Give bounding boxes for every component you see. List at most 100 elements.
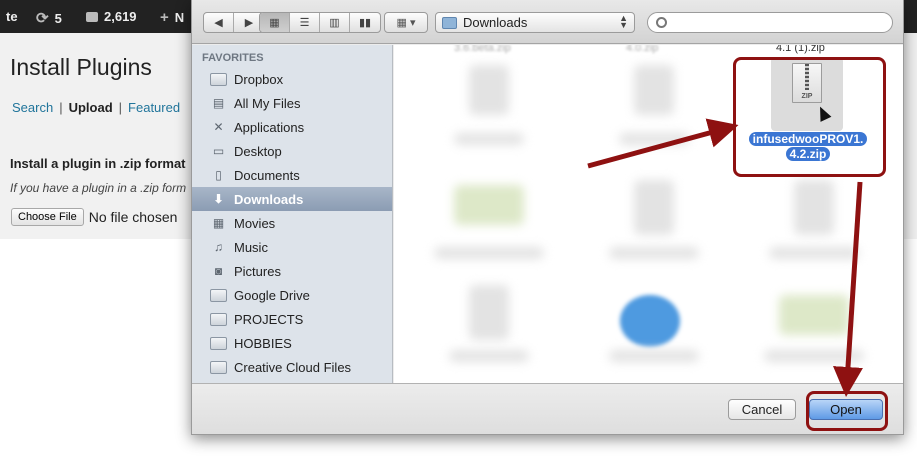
sidebar-item-documents[interactable]: ▯ Documents bbox=[192, 163, 392, 187]
sidebar-item-label: Pictures bbox=[234, 263, 281, 279]
chevron-left-icon[interactable]: ◀ bbox=[204, 13, 234, 32]
arrange-button[interactable]: ▦ ▾ bbox=[384, 12, 428, 33]
plus-icon: + bbox=[160, 9, 169, 26]
folder-icon bbox=[210, 336, 227, 350]
coverflow-view-icon[interactable]: ▮▮ bbox=[350, 13, 380, 32]
sidebar-item-label: Google Drive bbox=[234, 287, 310, 303]
movies-icon: ▦ bbox=[212, 216, 225, 230]
popup-arrows-icon: ▲ ▼ bbox=[619, 13, 628, 30]
sidebar-item-applications[interactable]: ✕ Applications bbox=[192, 115, 392, 139]
nav-separator: | bbox=[59, 100, 63, 115]
sidebar-item-pictures[interactable]: ◙ Pictures bbox=[192, 259, 392, 283]
music-icon: ♫ bbox=[214, 240, 223, 254]
sidebar-item-label: HOBBIES bbox=[234, 335, 292, 351]
sidebar-item-label: Movies bbox=[234, 215, 276, 231]
plugin-file-input: Choose File No file chosen bbox=[11, 208, 177, 226]
sidebar-item-label: Documents bbox=[234, 167, 300, 183]
folder-icon bbox=[210, 360, 227, 374]
sidebar-item-hobbies[interactable]: HOBBIES bbox=[192, 331, 392, 355]
dialog-toolbar: ◀ ▶ ▦ ☰ ▥ ▮▮ ▦ ▾ Downloads ▲ ▼ bbox=[192, 0, 903, 44]
blurred-file-icon[interactable] bbox=[469, 285, 509, 340]
dialog-button-bar: Cancel Open bbox=[192, 383, 903, 434]
sidebar-item-google-drive[interactable]: Google Drive bbox=[192, 283, 392, 307]
sidebar-item-label: Downloads bbox=[234, 191, 304, 207]
blurred-file-label bbox=[609, 247, 699, 259]
admin-bar-comments[interactable]: 2,619 bbox=[86, 9, 137, 24]
blurred-file-icon[interactable] bbox=[794, 180, 834, 235]
wp-lower-area bbox=[0, 239, 190, 456]
desktop-icon: ▭ bbox=[212, 144, 225, 158]
annotation-highlight-open bbox=[806, 391, 888, 431]
upload-heading: Install a plugin in .zip format bbox=[10, 156, 186, 171]
admin-bar-site-name[interactable]: te bbox=[6, 9, 18, 24]
blurred-file-icon[interactable] bbox=[454, 185, 524, 225]
admin-bar-updates[interactable]: ⟳ 5 bbox=[36, 9, 62, 27]
folder-icon bbox=[210, 312, 227, 326]
admin-bar-new[interactable]: + N bbox=[160, 9, 184, 26]
sidebar-item-label: Applications bbox=[234, 119, 305, 135]
location-label: Downloads bbox=[463, 15, 528, 30]
nav-featured-link[interactable]: Featured bbox=[128, 100, 180, 115]
refresh-icon: ⟳ bbox=[36, 10, 49, 27]
file-label[interactable]: 4.0.zip bbox=[626, 45, 658, 54]
arrange-grid-icon: ▦ ▾ bbox=[396, 17, 416, 29]
blurred-file-label bbox=[609, 350, 699, 362]
nav-upload-link[interactable]: Upload bbox=[69, 100, 113, 115]
cancel-button[interactable]: Cancel bbox=[728, 399, 796, 420]
file-label[interactable]: 3.6.beta.zip bbox=[454, 45, 511, 54]
downloads-icon: ⬇ bbox=[213, 192, 224, 206]
column-view-icon[interactable]: ▥ bbox=[320, 13, 350, 32]
blurred-file-label bbox=[454, 133, 524, 145]
search-input[interactable] bbox=[673, 15, 883, 30]
folder-icon bbox=[210, 288, 227, 302]
sidebar-item-all-my-files[interactable]: ▤ All My Files bbox=[192, 91, 392, 115]
sidebar-item-label: All My Files bbox=[234, 95, 301, 111]
sidebar-item-downloads[interactable]: ⬇ Downloads bbox=[192, 187, 392, 211]
sidebar-item-music[interactable]: ♫ Music bbox=[192, 235, 392, 259]
comments-count: 2,619 bbox=[104, 9, 137, 24]
blurred-file-label bbox=[764, 350, 864, 362]
sidebar-item-label: Creative Cloud Files bbox=[234, 359, 352, 375]
updates-count: 5 bbox=[54, 10, 62, 26]
list-view-icon[interactable]: ☰ bbox=[290, 13, 320, 32]
comment-icon bbox=[86, 11, 98, 22]
sidebar-item-movies[interactable]: ▦ Movies bbox=[192, 211, 392, 235]
blurred-app-icon[interactable] bbox=[620, 295, 680, 347]
downloads-folder-icon bbox=[442, 16, 457, 29]
sidebar-item-label: PROJECTS bbox=[234, 311, 304, 327]
install-plugins-nav: Search | Upload | Featured bbox=[12, 100, 180, 115]
sidebar-section-favorites: FAVORITES bbox=[202, 52, 264, 64]
blurred-file-label bbox=[769, 247, 859, 259]
file-label[interactable]: 4.1 (1).zip bbox=[776, 45, 825, 54]
blurred-file-icon[interactable] bbox=[779, 295, 849, 335]
blurred-file-label bbox=[619, 133, 689, 145]
sidebar-item-label: Music bbox=[234, 239, 268, 255]
documents-icon: ▯ bbox=[215, 168, 222, 182]
finder-sidebar: FAVORITES Dropbox ▤ All My Files ✕ Applica… bbox=[192, 45, 393, 383]
location-popup[interactable]: Downloads ▲ ▼ bbox=[435, 12, 635, 33]
new-label-fragment: N bbox=[174, 10, 185, 25]
back-forward-buttons: ◀ ▶ bbox=[203, 12, 265, 33]
nav-separator: | bbox=[118, 100, 123, 115]
choose-file-button[interactable]: Choose File bbox=[11, 208, 84, 226]
page-title: Install Plugins bbox=[10, 54, 152, 80]
blurred-file-icon[interactable] bbox=[634, 180, 674, 235]
blurred-file-label bbox=[434, 247, 544, 259]
sidebar-item-projects[interactable]: PROJECTS bbox=[192, 307, 392, 331]
blurred-file-icon[interactable] bbox=[634, 65, 674, 115]
file-status-text: No file chosen bbox=[88, 209, 178, 225]
sidebar-item-creative-cloud-files[interactable]: Creative Cloud Files bbox=[192, 355, 392, 379]
view-mode-control: ▦ ☰ ▥ ▮▮ bbox=[259, 12, 381, 33]
sidebar-item-dropbox[interactable]: Dropbox bbox=[192, 67, 392, 91]
blurred-file-icon[interactable] bbox=[469, 65, 509, 115]
search-icon bbox=[656, 17, 667, 28]
site-name-fragment: te bbox=[6, 9, 18, 24]
nav-search-link[interactable]: Search bbox=[12, 100, 53, 115]
upload-help-text: If you have a plugin in a .zip form bbox=[10, 181, 187, 195]
blurred-file-label bbox=[449, 350, 529, 362]
icon-view-icon[interactable]: ▦ bbox=[260, 13, 290, 32]
applications-icon: ✕ bbox=[213, 120, 224, 134]
search-field bbox=[647, 12, 893, 33]
sidebar-item-desktop[interactable]: ▭ Desktop bbox=[192, 139, 392, 163]
folder-icon bbox=[210, 72, 227, 86]
